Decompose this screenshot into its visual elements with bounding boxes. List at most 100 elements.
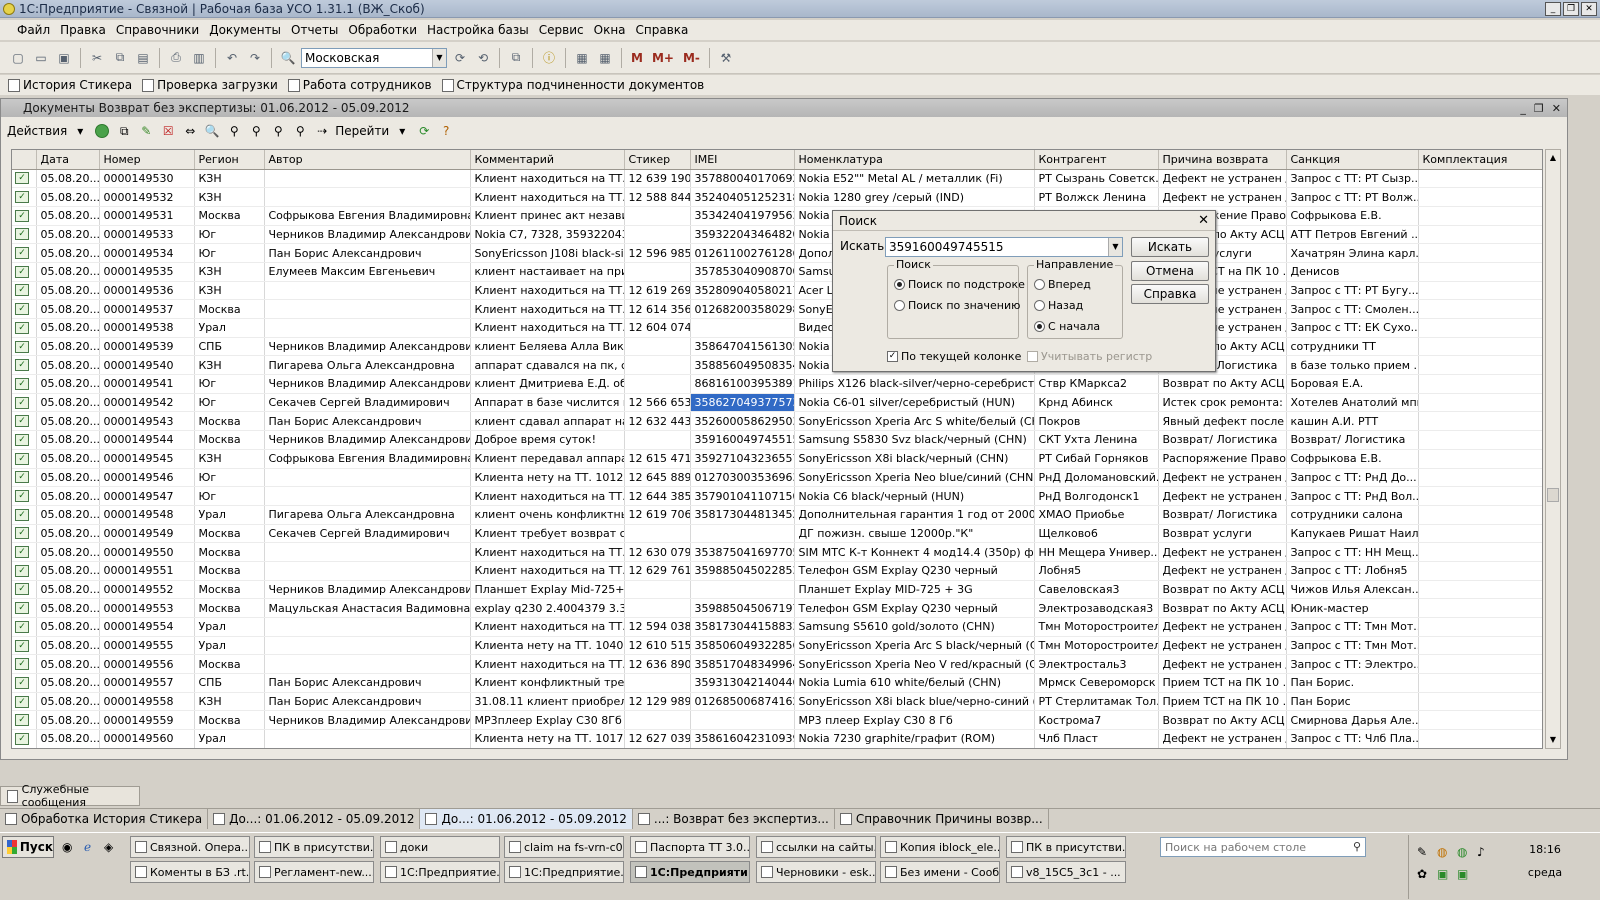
cell-date[interactable]: 05.08.20... (36, 542, 100, 562)
cell-author[interactable]: Пигарева Ольга Александровна (264, 505, 471, 525)
table-row[interactable]: ✓ 05.08.20... 0000149544 Москва Черников Вла… (12, 430, 1542, 450)
cell-completeness[interactable] (1418, 299, 1542, 319)
cell-comment[interactable]: Клиент конфликтный требу... (470, 673, 625, 693)
cell-return-reason[interactable]: Возврат услуги (1158, 524, 1287, 544)
clear-filter-icon[interactable]: ⚲ (291, 122, 309, 140)
cell-completeness[interactable] (1418, 430, 1542, 450)
cell-date[interactable]: 05.08.20... (36, 299, 100, 319)
chevron-down-icon[interactable]: ▼ (1108, 238, 1122, 256)
cell-sanction[interactable]: Запрос с ТТ: РТ Сызр... (1286, 169, 1419, 189)
cell-comment[interactable]: клиент очень конфликтный... (470, 505, 625, 525)
cell-nomenclature[interactable]: SonyEricsson Xperia Neo blue/синий (CHN) (794, 468, 1035, 488)
cell-number[interactable]: 0000149541 (99, 374, 195, 394)
cell-region[interactable]: Юг (194, 393, 265, 413)
column-header-icon[interactable] (12, 150, 37, 170)
shortcut-sticker-history[interactable]: История Стикера (8, 78, 132, 92)
cell-nomenclature[interactable]: Nokia Lumia 610 white/белый (CHN) (794, 673, 1035, 693)
cell-author[interactable]: Черников Владимир Александрови (264, 430, 471, 450)
cell-imei[interactable]: 359271043236557 (690, 449, 795, 469)
cell-counterparty[interactable]: Савеловская3 (1034, 580, 1159, 600)
search-icon[interactable]: ⚲ (1353, 840, 1361, 853)
cell-completeness[interactable] (1418, 598, 1542, 618)
cell-author[interactable] (264, 299, 471, 319)
cell-author[interactable]: Пан Борис Александрович (264, 243, 471, 263)
table-row[interactable]: ✓ 05.08.20... 0000149545 КЗН Софрыкова Евген… (12, 449, 1542, 469)
cell-region[interactable]: Урал (194, 636, 265, 656)
radio-by-substring[interactable]: Поиск по подстроке (894, 278, 1025, 291)
cell-counterparty[interactable]: РнД Доломановский... (1034, 468, 1159, 488)
table-row[interactable]: ✓ 05.08.20... 0000149543 Москва Пан Борис Ал… (12, 411, 1542, 432)
cell-sticker[interactable] (624, 262, 691, 282)
cell-counterparty[interactable]: Электрозаводская3 (1034, 598, 1159, 618)
column-header[interactable]: Контрагент (1034, 150, 1159, 170)
cell-region[interactable]: Москва (194, 299, 265, 319)
cell-imei[interactable]: 359322043464820 (690, 225, 795, 245)
cell-number[interactable]: 0000149535 (99, 262, 195, 282)
radio-by-value[interactable]: Поиск по значению (894, 299, 1020, 312)
cell-region[interactable]: Урал (194, 318, 265, 338)
cell-sanction[interactable]: сотрудники салона (1286, 505, 1419, 525)
cell-region[interactable]: КЗН (194, 355, 265, 376)
cell-comment[interactable]: Клиент находиться на ТТ. ... (470, 561, 625, 581)
cell-return-reason[interactable]: Дефект не устранен /... (1158, 617, 1287, 637)
filter-value-icon[interactable]: ⚲ (247, 122, 265, 140)
cell-sanction[interactable]: Запрос с ТТ: РнД Вол... (1286, 486, 1419, 506)
cell-date[interactable]: 05.08.20... (36, 243, 100, 263)
cell-imei[interactable]: 359885045067197 (690, 598, 795, 618)
cell-region[interactable]: Москва (194, 580, 265, 600)
tray-network-icon[interactable]: ◍ (1457, 845, 1467, 859)
cell-nomenclature[interactable]: SonyEricsson X8i black blue/черно-синий … (794, 692, 1035, 712)
service-messages-tab[interactable]: Служебные сообщения (0, 783, 140, 809)
cell-return-reason[interactable]: Истек срок ремонта: ... (1158, 393, 1287, 413)
window-tab[interactable]: Справочник Причины возвр... (835, 809, 1049, 829)
cell-counterparty[interactable]: Тмн Моторостроител... (1034, 636, 1159, 656)
cell-comment[interactable]: Клиент принес акт незави... (470, 206, 625, 226)
menu-help[interactable]: Справка (631, 23, 694, 37)
cell-region[interactable]: Юг (194, 486, 265, 506)
cell-region[interactable]: СПБ (194, 673, 265, 693)
cell-sanction[interactable]: Запрос с ТТ: РТ Волж... (1286, 187, 1419, 207)
cell-sticker[interactable]: 12 627 039 (624, 729, 691, 748)
cell-sticker[interactable]: 12 639 190 (624, 169, 691, 189)
cell-sticker[interactable] (624, 598, 691, 618)
scroll-thumb[interactable] (1547, 488, 1559, 502)
cell-author[interactable]: Черников Владимир Александрови (264, 710, 471, 731)
column-header[interactable]: Номенклатура (794, 150, 1035, 170)
table-row[interactable]: ✓ 05.08.20... 0000149556 Москва Клиент наход… (12, 654, 1542, 675)
tray-tools-icon[interactable]: ✎ (1417, 845, 1427, 859)
cell-completeness[interactable] (1418, 505, 1542, 525)
cell-number[interactable]: 0000149537 (99, 299, 195, 319)
cell-nomenclature[interactable]: SonyEricsson Xperia Neo V red/красный (C… (794, 654, 1035, 675)
cell-number[interactable]: 0000149536 (99, 281, 195, 301)
cell-comment[interactable]: Клиент находиться на ТТ. ... (470, 169, 625, 189)
cell-counterparty[interactable]: Кострома7 (1034, 710, 1159, 731)
cell-author[interactable]: Черников Владимир Александрови (264, 374, 471, 394)
cell-counterparty[interactable]: Щелково6 (1034, 524, 1159, 544)
tray-app-icon[interactable]: ▣ (1437, 867, 1448, 881)
cell-imei[interactable] (690, 524, 795, 544)
cell-author[interactable]: Мацульская Анастасия Вадимовна (264, 598, 471, 618)
cell-date[interactable]: 05.08.20... (36, 636, 100, 656)
cell-completeness[interactable] (1418, 654, 1542, 675)
column-header[interactable]: IMEI (690, 150, 795, 170)
window-tab[interactable]: ...: Возврат без экспертиз... (633, 809, 835, 829)
cell-date[interactable]: 05.08.20... (36, 468, 100, 488)
cell-completeness[interactable] (1418, 710, 1542, 731)
taskbar-button[interactable]: ссылки на сайты... (756, 836, 876, 858)
copy-icon[interactable]: ⧉ (110, 48, 130, 68)
cell-imei[interactable]: 358173044813452 (690, 505, 795, 525)
cell-completeness[interactable] (1418, 355, 1542, 376)
table-row[interactable]: ✓ 05.08.20... 0000149551 Москва Клиент наход… (12, 561, 1542, 581)
cell-author[interactable]: Секачев Сергей Владимирович (264, 524, 471, 544)
cell-sticker[interactable]: 12 645 889 (624, 468, 691, 488)
delete-icon[interactable]: ☒ (159, 122, 177, 140)
cell-comment[interactable]: Клиент находиться на ТТ. ... (470, 318, 625, 338)
cell-sticker[interactable]: 12 596 985 (624, 243, 691, 263)
shortcut-load-check[interactable]: Проверка загрузки (142, 78, 278, 92)
cell-region[interactable]: Москва (194, 524, 265, 544)
cell-number[interactable]: 0000149538 (99, 318, 195, 338)
cell-author[interactable] (264, 281, 471, 301)
minimize-button[interactable]: _ (1545, 1, 1561, 16)
menu-edit[interactable]: Правка (55, 23, 111, 37)
cell-counterparty[interactable]: РТ Стерлитамак Тол... (1034, 692, 1159, 712)
